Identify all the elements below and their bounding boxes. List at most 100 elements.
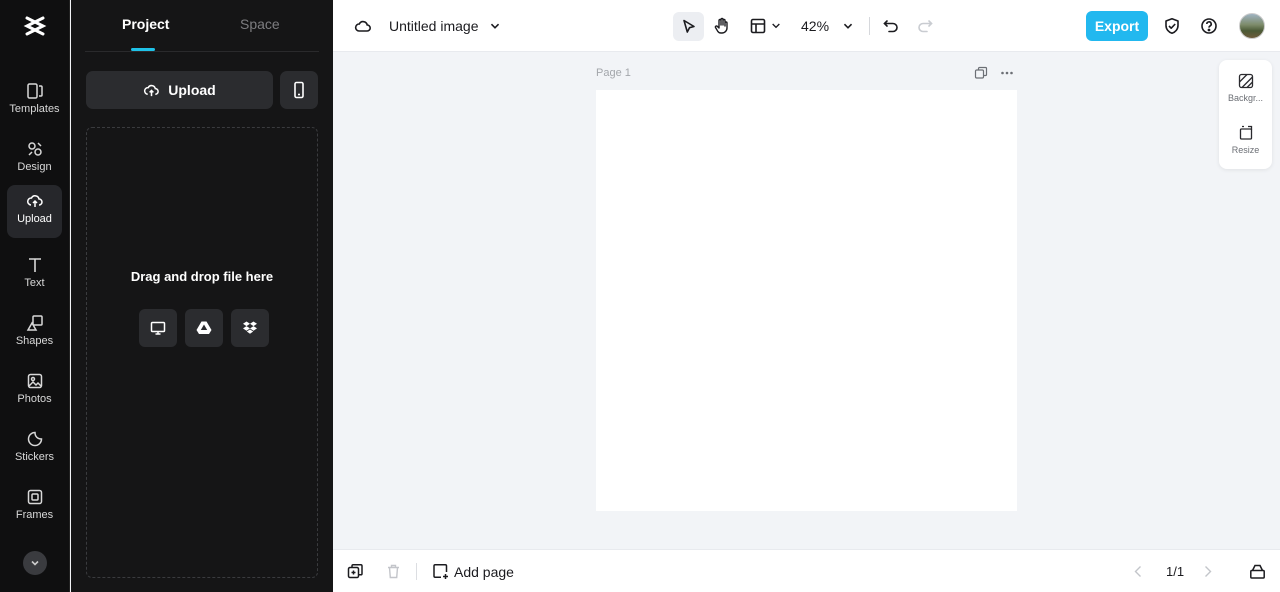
chevron-down-icon	[843, 23, 853, 29]
upload-cloud-icon	[144, 84, 160, 96]
next-page-button[interactable]	[1199, 563, 1216, 585]
upload-panel: Project Space Upload Drag and drop file …	[71, 0, 333, 592]
upload-from-phone-button[interactable]	[280, 71, 318, 109]
top-toolbar: Untitled image 42% Export	[333, 0, 1280, 52]
rail-item-shapes[interactable]: Shapes	[7, 307, 62, 361]
add-page-icon-button[interactable]	[432, 563, 449, 585]
panel-tabs: Project Space	[85, 0, 319, 52]
chevron-down-icon	[31, 560, 39, 566]
chevron-right-icon	[1205, 566, 1212, 577]
undo-button[interactable]	[881, 17, 901, 35]
upload-from-google-drive-button[interactable]	[185, 309, 223, 347]
drop-zone-text: Drag and drop file here	[130, 269, 274, 284]
bottom-toolbar: Add page 1/1	[333, 549, 1280, 592]
duplicate-page-bottom-button[interactable]	[347, 563, 364, 585]
computer-icon	[150, 321, 166, 335]
rail-expand-button[interactable]	[23, 551, 47, 575]
drop-zone[interactable]: Drag and drop file here	[86, 127, 318, 578]
security-button[interactable]	[1162, 16, 1182, 36]
rail-label: Upload	[17, 213, 52, 225]
upload-sources	[139, 309, 269, 347]
page-label: Page 1	[596, 67, 631, 79]
page-canvas[interactable]	[596, 90, 1017, 511]
chevron-left-icon	[1134, 566, 1141, 577]
delete-page-button[interactable]	[385, 563, 402, 585]
rail-item-stickers[interactable]: Stickers	[7, 423, 62, 477]
resize-button[interactable]: Resize	[1219, 125, 1272, 155]
document-title[interactable]: Untitled image	[389, 18, 479, 34]
canvas-area[interactable]: Page 1	[333, 53, 1280, 549]
duplicate-icon	[347, 564, 363, 579]
upload-from-computer-button[interactable]	[139, 309, 177, 347]
hand-icon	[714, 17, 728, 34]
tab-active-indicator	[131, 48, 155, 51]
google-drive-icon	[196, 321, 212, 334]
add-page-icon	[433, 564, 448, 579]
rail-label: Design	[17, 161, 52, 173]
redo-button[interactable]	[915, 17, 935, 35]
frames-icon	[27, 489, 42, 505]
chevron-down-icon	[490, 23, 500, 29]
rail-item-templates[interactable]: Templates	[7, 75, 62, 129]
toolbar-divider	[869, 17, 870, 35]
shield-check-icon	[1165, 18, 1179, 34]
rail-item-upload[interactable]: Upload	[7, 185, 62, 238]
shapes-icon	[26, 315, 43, 331]
upload-from-dropbox-button[interactable]	[231, 309, 269, 347]
undo-icon	[883, 20, 898, 33]
duplicate-icon	[974, 66, 988, 79]
help-icon	[1201, 18, 1217, 34]
phone-icon	[294, 81, 304, 99]
page-manager-button[interactable]	[1249, 563, 1266, 585]
background-icon	[1238, 73, 1253, 89]
rail-label: Photos	[17, 393, 52, 405]
app-logo[interactable]	[21, 14, 49, 38]
layout-dropdown-button[interactable]	[770, 19, 782, 33]
previous-page-button[interactable]	[1130, 563, 1147, 585]
stickers-icon	[27, 431, 42, 447]
right-tools-panel: Backgr... Resize	[1219, 60, 1272, 169]
page-more-button[interactable]	[1000, 66, 1014, 85]
cursor-icon	[683, 19, 695, 33]
rail-item-text[interactable]: Text	[7, 249, 62, 303]
layout-tool-button[interactable]	[748, 17, 768, 35]
rail-label: Frames	[15, 509, 54, 521]
zoom-dropdown-button[interactable]	[840, 17, 856, 35]
templates-icon	[26, 83, 43, 99]
rail-label: Stickers	[14, 451, 55, 463]
title-dropdown-button[interactable]	[487, 17, 503, 35]
pages-stack-icon	[1250, 564, 1265, 579]
duplicate-page-button[interactable]	[974, 66, 988, 85]
add-page-button[interactable]: Add page	[454, 564, 514, 580]
background-button[interactable]: Backgr...	[1219, 73, 1272, 103]
rail-item-photos[interactable]: Photos	[7, 365, 62, 419]
photos-icon	[27, 373, 42, 389]
tab-project[interactable]: Project	[122, 16, 169, 32]
hand-tool-button[interactable]	[712, 17, 732, 35]
upload-button-label: Upload	[168, 82, 216, 98]
rail-label: Shapes	[15, 335, 54, 347]
rail-label: Text	[24, 277, 45, 289]
background-label: Backgr...	[1227, 93, 1263, 103]
design-icon	[27, 142, 42, 156]
left-rail: Templates Design Upload Text Shapes Phot…	[0, 0, 70, 592]
help-button[interactable]	[1199, 16, 1219, 36]
cloud-icon	[354, 20, 371, 32]
page-indicator: 1/1	[1166, 564, 1185, 579]
trash-icon	[388, 564, 399, 579]
tab-space[interactable]: Space	[240, 16, 280, 32]
chevron-down-icon	[772, 23, 780, 29]
rail-item-frames[interactable]: Frames	[7, 481, 62, 535]
rail-item-design[interactable]: Design	[7, 133, 62, 187]
redo-icon	[918, 20, 933, 33]
upload-button[interactable]: Upload	[86, 71, 273, 109]
cloud-sync-button[interactable]	[353, 17, 373, 35]
user-avatar[interactable]	[1239, 13, 1265, 39]
bottom-divider	[416, 563, 417, 580]
resize-icon	[1239, 125, 1252, 140]
select-tool-button[interactable]	[673, 12, 704, 41]
dropbox-icon	[243, 321, 257, 334]
export-button[interactable]: Export	[1086, 11, 1148, 41]
text-icon	[28, 258, 41, 272]
zoom-level[interactable]: 42%	[801, 18, 829, 34]
